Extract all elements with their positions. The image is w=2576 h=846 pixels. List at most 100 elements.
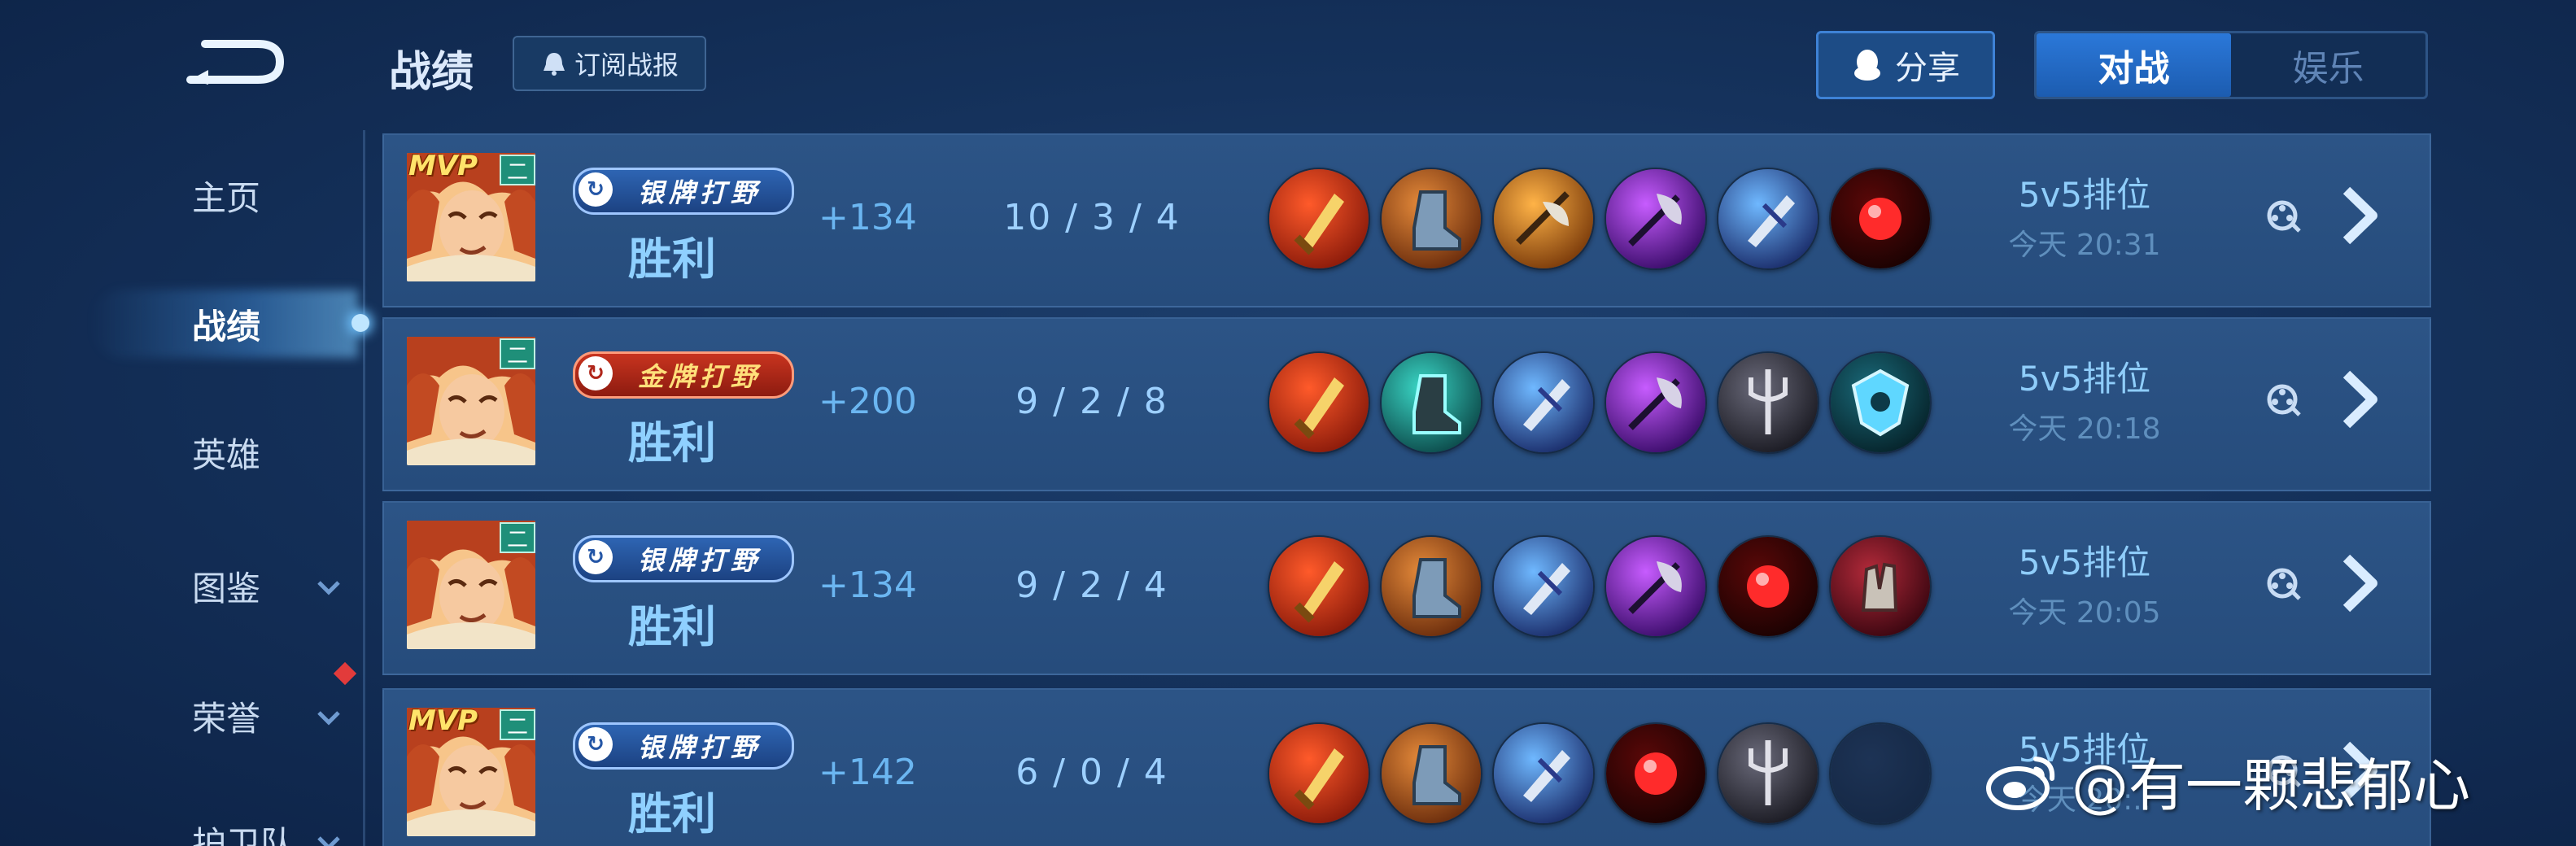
equipment-axe-orange-icon [1492, 168, 1595, 270]
mode-tabs: 对战 娱乐 [2034, 31, 2428, 99]
rank-badge: ↻ 银牌打野 [573, 168, 794, 215]
kda-stat: 9 / 2 / 4 [1015, 565, 1168, 606]
equipment-list [1268, 351, 1932, 454]
bell-icon [543, 53, 565, 76]
kda-stat: 6 / 0 / 4 [1015, 752, 1168, 793]
equipment-boots-bronze-icon [1380, 722, 1482, 825]
rank-badge: ↻ 银牌打野 [573, 535, 794, 582]
sidebar-item-label: 图鉴 [192, 568, 261, 608]
equipment-axe-purple-icon [1605, 535, 1707, 638]
rank-swirl-icon: ↻ [579, 356, 613, 390]
tab-battle[interactable]: 对战 [2037, 33, 2231, 97]
equipment-sword-red-icon [1268, 535, 1370, 638]
sidebar-item-codex[interactable]: 图鉴 [0, 553, 358, 618]
sidebar-item-label: 护卫队 [192, 823, 295, 846]
match-result: 胜利 [628, 417, 716, 469]
equipment-gem-red-icon [1605, 722, 1707, 825]
equipment-empty-icon [1829, 722, 1932, 825]
match-result: 胜利 [628, 788, 716, 839]
tier-badge: 二 [500, 155, 535, 185]
mvp-badge: MVP [408, 150, 478, 182]
equipment-trident-dark-icon [1717, 722, 1819, 825]
match-row[interactable]: MVP 二 ↻ 银牌打野 胜利 +134 10 / 3 / 4 5v5排位 今天… [382, 133, 2431, 307]
equipment-blade-blue-icon [1492, 722, 1595, 825]
equipment-trident-dark-icon [1717, 351, 1819, 454]
match-time: 今天 20:18 [2008, 412, 2161, 446]
chevron-down-icon [317, 581, 340, 595]
sidebar-item-heroes[interactable]: 英雄 [0, 420, 358, 485]
equipment-list [1268, 535, 1932, 638]
game-mode: 5v5排位 [2018, 543, 2151, 582]
rank-points: +134 [819, 565, 917, 606]
sidebar-item-label: 主页 [192, 177, 261, 218]
match-row[interactable]: 二 ↻ 金牌打野 胜利 +200 9 / 2 / 8 5v5排位 今天 20:1… [382, 317, 2431, 491]
equipment-boots-bronze-icon [1380, 168, 1482, 270]
tab-entertainment[interactable]: 娱乐 [2231, 33, 2425, 97]
chevron-right-icon[interactable] [2335, 184, 2386, 247]
rank-swirl-icon: ↻ [579, 172, 613, 207]
game-record-screen: 主页 战绩 英雄 图鉴 荣誉 护卫队 战绩 订阅战报 分享 对战 娱乐 MVP … [0, 0, 2576, 846]
equipment-sword-red-icon [1268, 722, 1370, 825]
mvp-badge: MVP [408, 704, 478, 737]
rank-swirl-icon: ↻ [579, 727, 613, 761]
rank-label: 银牌打野 [637, 732, 762, 763]
notification-badge [333, 661, 357, 686]
kda-stat: 9 / 2 / 8 [1015, 381, 1168, 422]
qq-penguin-icon [1854, 50, 1880, 81]
page-title: 战绩 [389, 48, 474, 97]
sidebar-item-home[interactable]: 主页 [0, 163, 358, 228]
watermark-text: @有一颗悲郁心 [2072, 752, 2470, 819]
equipment-blade-blue-icon [1492, 351, 1595, 454]
back-arrow-icon[interactable] [181, 33, 286, 89]
sidebar-item-guard[interactable]: 护卫队 [0, 809, 358, 846]
weibo-watermark: @有一颗悲郁心 [1985, 740, 2470, 822]
share-button[interactable]: 分享 [1816, 31, 1995, 99]
equipment-list [1268, 722, 1932, 825]
chevron-down-icon [317, 711, 340, 726]
tier-badge: 二 [500, 709, 535, 740]
subscribe-label: 订阅战报 [574, 50, 679, 81]
sidebar: 主页 战绩 英雄 图鉴 荣誉 护卫队 [0, 0, 369, 846]
rank-points: +142 [819, 752, 917, 793]
equipment-sword-red-icon [1268, 351, 1370, 454]
rank-swirl-icon: ↻ [579, 540, 613, 574]
match-time: 今天 20:31 [2008, 229, 2161, 262]
rank-points: +200 [819, 381, 917, 422]
equipment-sword-red-icon [1268, 168, 1370, 270]
rank-badge: ↻ 金牌打野 [573, 351, 794, 399]
equipment-list [1268, 168, 1932, 270]
sidebar-divider [363, 130, 365, 846]
rank-label: 银牌打野 [637, 545, 762, 576]
game-mode: 5v5排位 [2018, 175, 2151, 215]
match-time: 今天 20:05 [2008, 596, 2161, 630]
game-mode: 5v5排位 [2018, 359, 2151, 399]
sidebar-item-honor[interactable]: 荣誉 [0, 683, 358, 748]
equipment-axe-purple-icon [1605, 168, 1707, 270]
sidebar-item-label: 战绩 [192, 306, 261, 347]
sidebar-item-records[interactable]: 战绩 [0, 291, 358, 356]
chevron-right-icon[interactable] [2335, 368, 2386, 431]
match-result: 胜利 [628, 601, 716, 652]
match-row[interactable]: 二 ↻ 银牌打野 胜利 +134 9 / 2 / 4 5v5排位 今天 20:0… [382, 501, 2431, 675]
equipment-blade-blue-icon [1717, 168, 1819, 270]
chevron-down-icon [317, 836, 340, 846]
replay-film-icon[interactable] [2264, 381, 2301, 418]
equipment-blade-blue-icon [1492, 535, 1595, 638]
equipment-axe-purple-icon [1605, 351, 1707, 454]
rank-badge: ↻ 银牌打野 [573, 722, 794, 770]
tier-badge: 二 [500, 522, 535, 553]
share-label: 分享 [1895, 50, 1960, 87]
tier-badge: 二 [500, 338, 535, 369]
replay-film-icon[interactable] [2264, 197, 2301, 234]
equipment-boots-bronze-icon [1380, 535, 1482, 638]
match-result: 胜利 [628, 233, 716, 285]
replay-film-icon[interactable] [2264, 565, 2301, 602]
rank-label: 金牌打野 [637, 361, 762, 392]
equipment-boots-teal-icon [1380, 351, 1482, 454]
chevron-right-icon[interactable] [2335, 552, 2386, 615]
sidebar-item-label: 英雄 [192, 434, 261, 475]
equipment-shield-cyan-icon [1829, 351, 1932, 454]
kda-stat: 10 / 3 / 4 [1003, 197, 1181, 238]
subscribe-report-button[interactable]: 订阅战报 [513, 36, 706, 91]
weibo-icon [1986, 757, 2055, 810]
